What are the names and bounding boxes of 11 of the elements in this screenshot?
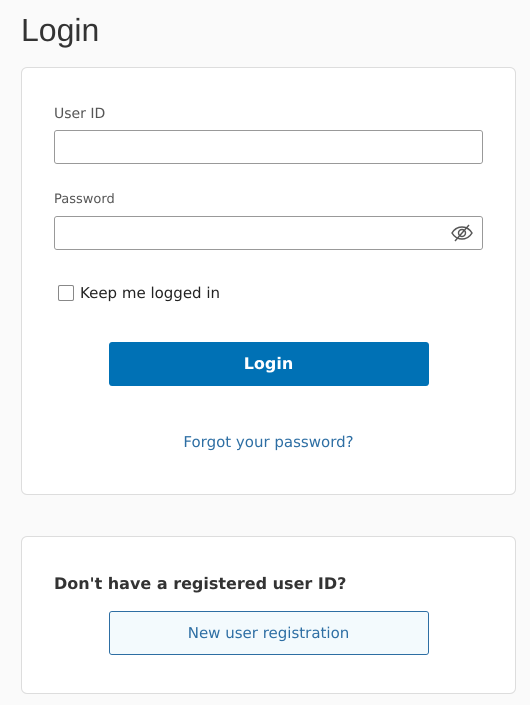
forgot-password-link[interactable]: Forgot your password? [183, 431, 354, 454]
keep-logged-in-checkbox[interactable]: Keep me logged in [58, 282, 220, 304]
registration-heading: Don't have a registered user ID? [54, 573, 348, 595]
user-id-field[interactable] [54, 130, 483, 164]
registration-button[interactable]: New user registration [108, 611, 428, 655]
field-label: Password [54, 191, 116, 209]
field-label: User ID [54, 105, 106, 124]
eye-slash-icon[interactable] [450, 223, 474, 243]
password-field[interactable] [54, 216, 483, 250]
login-button[interactable]: Login [108, 342, 428, 386]
page-title: Login [21, 11, 100, 50]
